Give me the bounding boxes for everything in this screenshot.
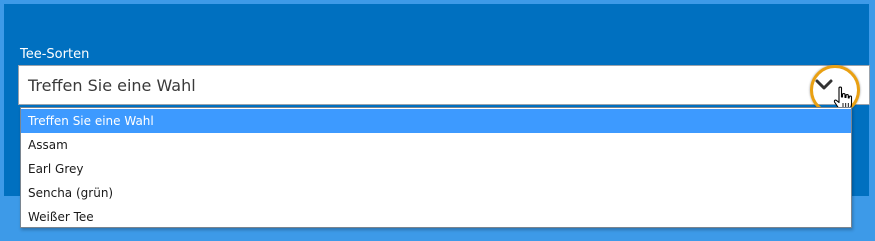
option-placeholder[interactable]: Treffen Sie eine Wahl [21, 109, 851, 133]
select-current-value: Treffen Sie eine Wahl [28, 76, 196, 95]
tea-types-select[interactable]: Treffen Sie eine Wahl [18, 65, 870, 105]
tea-types-label: Tee-Sorten [20, 47, 90, 62]
option-sencha[interactable]: Sencha (grün) [21, 181, 851, 205]
app-frame: Tee-Sorten Treffen Sie eine Wahl Treffen… [0, 0, 875, 241]
option-assam[interactable]: Assam [21, 133, 851, 157]
tea-types-dropdown-list: Treffen Sie eine Wahl Assam Earl Grey Se… [20, 107, 852, 228]
option-earl-grey[interactable]: Earl Grey [21, 157, 851, 181]
option-white-tea[interactable]: Weißer Tee [21, 205, 851, 229]
